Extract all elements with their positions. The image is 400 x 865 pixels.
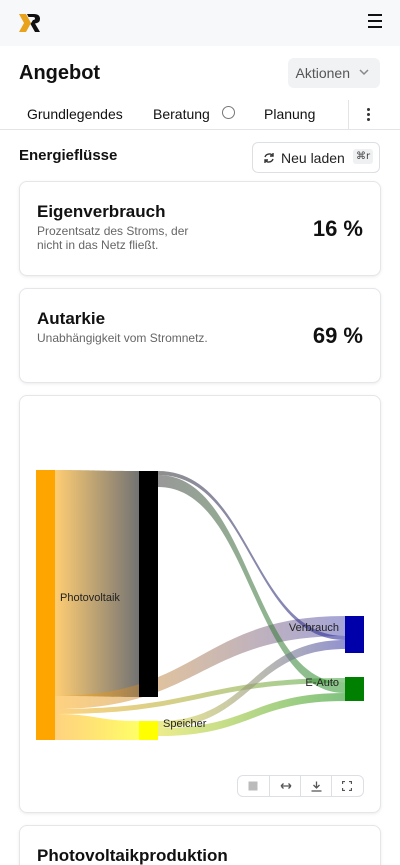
refresh-icon [264, 153, 274, 163]
pv-production-card: Photovoltaikproduktion [19, 825, 381, 865]
section-title: Energieflüsse [19, 147, 118, 164]
tab-grundlegendes[interactable]: Grundlegendes [27, 106, 123, 122]
sankey-node-bus[interactable] [139, 471, 158, 697]
card-title: Photovoltaikproduktion [37, 846, 228, 865]
tab-divider [348, 100, 349, 130]
stop-icon [248, 781, 258, 791]
download-button[interactable] [300, 776, 331, 796]
sankey-link-bus-e-auto[interactable] [158, 475, 345, 693]
tab-bar: Grundlegendes Beratung Planung [0, 100, 400, 130]
sankey-chart-card: Photovoltaik Speicher Verbrauch E-Auto [19, 395, 381, 813]
sankey-node-photovoltaik[interactable] [36, 470, 55, 740]
sankey-label-e-auto: E-Auto [305, 677, 339, 689]
sankey-label-photovoltaik: Photovoltaik [60, 592, 120, 604]
stop-button[interactable] [238, 776, 269, 796]
actions-dropdown[interactable]: Aktionen [287, 58, 380, 88]
kpi-description: Prozentsatz des Stroms, der nicht in das… [37, 224, 189, 252]
sankey-link-photovoltaik-bus[interactable] [55, 470, 139, 697]
sankey-node-e-auto[interactable] [345, 677, 364, 701]
keyboard-shortcut: ⌘r [353, 149, 374, 164]
swap-button[interactable] [269, 776, 300, 796]
sankey-links [55, 470, 345, 740]
kpi-title: Eigenverbrauch [37, 202, 166, 221]
sankey-link-photovoltaik-speicher[interactable] [55, 714, 139, 740]
sankey-label-verbrauch: Verbrauch [289, 622, 339, 634]
sankey-link-bus-verbrauch[interactable] [158, 471, 345, 640]
logo-icon[interactable] [19, 14, 41, 32]
page-title: Angebot [19, 62, 101, 84]
sankey-node-verbrauch[interactable] [345, 616, 364, 653]
kpi-description: Unabhängigkeit vom Stromnetz. [37, 331, 208, 345]
chart-toolbar [237, 775, 364, 797]
tab-beratung[interactable]: Beratung [153, 106, 210, 122]
chevron-down-icon [359, 69, 369, 76]
download-icon [311, 781, 322, 792]
reload-label: Neu laden [281, 150, 345, 166]
kpi-card-autarkie: Autarkie Unabhängigkeit vom Stromnetz. 6… [19, 288, 381, 383]
sankey-chart: Photovoltaik Speicher Verbrauch E-Auto [36, 470, 364, 740]
actions-label: Aktionen [295, 65, 350, 81]
swap-icon [280, 783, 292, 789]
more-vertical-icon[interactable] [365, 108, 371, 122]
kpi-value: 69 % [312, 323, 363, 348]
kpi-value: 16 % [312, 216, 363, 241]
main-content: Angebot Aktionen Grundlegendes Beratung … [0, 46, 400, 865]
kpi-card-eigenverbrauch: Eigenverbrauch Prozentsatz des Stroms, d… [19, 181, 381, 276]
fullscreen-button[interactable] [331, 776, 362, 796]
status-circle-icon [222, 106, 235, 119]
sankey-node-speicher[interactable] [139, 721, 158, 740]
tab-planung[interactable]: Planung [264, 106, 315, 122]
fullscreen-icon [342, 781, 352, 791]
reload-button[interactable]: Neu laden ⌘r [252, 142, 380, 173]
top-bar [0, 0, 400, 46]
sankey-label-speicher: Speicher [163, 718, 207, 730]
kpi-title: Autarkie [37, 309, 106, 328]
hamburger-menu-icon[interactable] [368, 14, 382, 28]
